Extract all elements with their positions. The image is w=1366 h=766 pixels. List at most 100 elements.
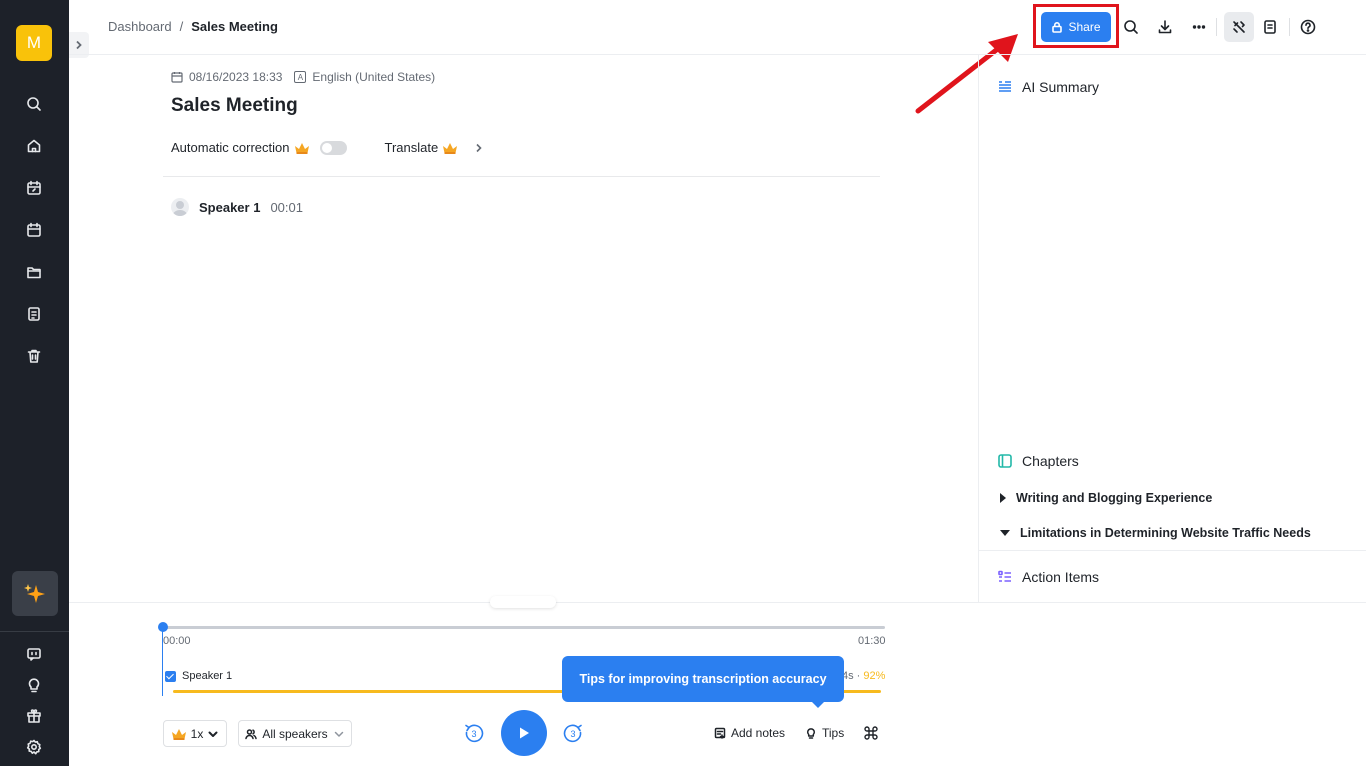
time-end: 01:30 [858,635,886,647]
app-window: M Dashboard / Sales Meeting Share 08/16/… [0,0,1366,766]
more-icon[interactable] [1189,17,1209,37]
speaker-timestamp[interactable]: 00:01 [270,200,303,215]
transcript-options: Automatic correction Translate [171,140,484,155]
summary-icon [999,81,1011,92]
auto-correction-label: Automatic correction [171,140,290,155]
chapters-icon [998,454,1012,468]
trash-icon[interactable] [24,346,44,366]
playback-speed-select[interactable]: 1x [163,720,227,747]
action-items-icon [998,570,1011,582]
tips-tooltip[interactable]: Tips for improving transcription accurac… [562,656,844,708]
breadcrumb: Dashboard / Sales Meeting [108,19,278,34]
header-divider [1289,18,1290,36]
action-items-title: Action Items [1022,569,1100,585]
speakers-filter-select[interactable]: All speakers [238,720,352,747]
users-icon [245,728,258,739]
ai-summary-header[interactable]: AI Summary [997,79,1099,95]
speaker-percent: 92% [863,670,886,682]
share-highlight-box [1033,4,1119,48]
chevron-down-icon [208,731,218,737]
speaker-name[interactable]: Speaker 1 [199,200,260,215]
chapter-item[interactable]: Writing and Blogging Experience [1000,491,1212,505]
speaker-stats: 4s · 92% [842,670,885,682]
sidebar-divider [0,631,69,632]
meeting-language[interactable]: English (United States) [312,70,435,84]
document-icon[interactable] [24,304,44,324]
play-icon [520,727,529,739]
lightbulb-icon[interactable] [24,675,44,695]
notes-icon[interactable] [1260,17,1280,37]
translate-label: Translate [384,140,439,155]
playback-progress-track[interactable] [163,626,885,629]
auto-correction-toggle[interactable] [319,140,347,155]
language-icon: A [294,71,307,83]
sparkle-icon [24,583,45,603]
header-divider [1216,18,1217,36]
play-button[interactable] [501,710,547,756]
translate-option[interactable]: Translate [385,140,485,155]
calendar-icon[interactable] [24,220,44,240]
speakers-filter-value: All speakers [262,726,328,741]
svg-text:3: 3 [570,729,575,739]
resize-handle[interactable] [490,596,556,608]
chapters-header[interactable]: Chapters [997,453,1079,469]
calendar-edit-icon[interactable] [24,178,44,198]
playback-scrubber[interactable] [158,622,168,632]
meeting-date: 08/16/2023 18:33 [189,70,283,84]
chevron-right-icon [76,40,82,50]
chapter-title: Limitations in Determining Website Traff… [1020,526,1311,540]
chapter-item[interactable]: Limitations in Determining Website Traff… [1000,526,1311,540]
transcript-speaker-row: Speaker 1 00:01 [171,198,303,216]
add-notes-button[interactable]: Add notes [714,726,785,740]
rewind-3s-icon[interactable]: 3 [463,722,485,744]
command-key-icon [864,726,878,740]
document-divider [163,176,880,177]
annotation-arrow [915,34,1018,114]
chapters-title: Chapters [1022,453,1079,469]
chapter-title: Writing and Blogging Experience [1016,491,1213,505]
chevron-down-icon [334,731,343,737]
speaker-avatar [171,198,189,216]
shortcuts-button[interactable] [864,726,878,740]
panel-divider [978,55,979,602]
add-notes-label: Add notes [731,726,786,740]
ai-magic-button[interactable] [12,571,58,616]
forward-3s-icon[interactable]: 3 [562,722,584,744]
settings-icon[interactable] [24,737,44,757]
tips-label: Tips [822,726,845,740]
download-icon[interactable] [1155,17,1175,37]
lightbulb-icon [806,728,816,739]
speaker-checkbox[interactable] [165,671,176,682]
premium-crown-icon [443,142,458,154]
svg-text:3: 3 [471,729,476,739]
speed-value: 1x [190,726,204,741]
speaker-duration: 4s · [842,670,864,682]
feedback-icon[interactable] [24,644,44,664]
tools-icon[interactable] [1224,12,1254,42]
calendar-icon [171,72,183,83]
folder-icon[interactable] [24,262,44,282]
breadcrumb-parent[interactable]: Dashboard [108,19,172,34]
gift-icon[interactable] [24,706,44,726]
caret-right-icon [1000,493,1006,503]
search-icon[interactable] [1121,17,1141,37]
home-icon[interactable] [24,136,44,156]
help-icon[interactable] [1298,17,1318,37]
header-divider-line [69,54,1366,55]
chevron-right-icon [476,143,482,152]
speaker-track-label: Speaker 1 [182,670,233,682]
page-title[interactable]: Sales Meeting [171,95,298,117]
time-start: 00:00 [163,635,191,647]
caret-down-icon [1000,530,1010,536]
premium-crown-icon [171,728,186,740]
tips-button[interactable]: Tips [805,726,844,740]
note-add-icon [714,727,726,739]
avatar[interactable]: M [16,25,52,61]
search-icon[interactable] [24,94,44,114]
action-items-header[interactable]: Action Items [997,569,1099,585]
premium-crown-icon [294,142,309,154]
breadcrumb-separator: / [179,19,184,34]
meeting-meta: 08/16/2023 18:33 A English (United State… [171,70,435,84]
ai-summary-title: AI Summary [1022,79,1100,95]
breadcrumb-current: Sales Meeting [191,19,278,34]
